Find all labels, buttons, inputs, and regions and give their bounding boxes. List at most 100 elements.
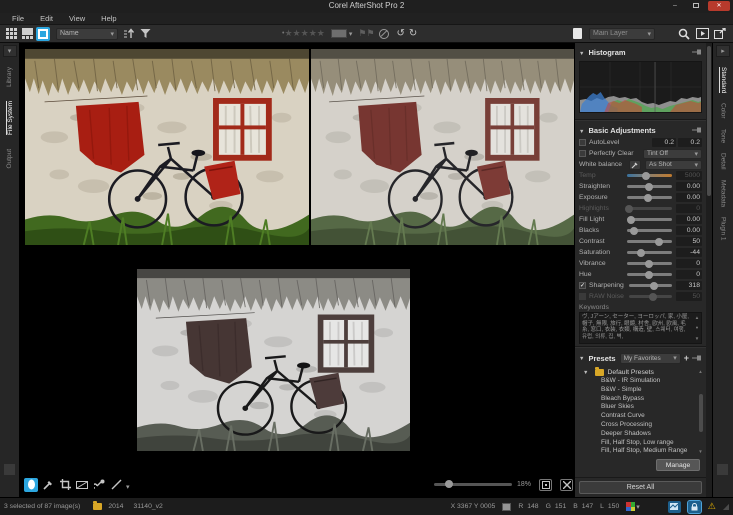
slider-handle[interactable] [649,293,657,301]
menu-help[interactable]: Help [101,14,116,23]
sharpening-slider[interactable] [629,284,672,287]
star-rating-1[interactable] [284,28,292,39]
collapse-triangle-icon[interactable] [579,126,588,135]
tab-plugin-1[interactable]: Plugin 1 [720,217,727,241]
perfectly-clear-checkbox[interactable] [579,150,586,157]
exposure-value[interactable]: 0.00 [676,193,702,202]
scroll-up-icon[interactable] [698,368,702,375]
pin-icon[interactable] [692,48,702,56]
flag-reject-icon[interactable] [366,28,374,39]
saturation-slider[interactable] [627,251,672,254]
preset-item[interactable]: Fill, Half Stop, Low range [575,439,706,448]
more-tools-chevron-icon[interactable] [126,476,130,494]
slider-handle[interactable] [650,282,658,290]
current-folder[interactable]: 2014 [108,503,123,510]
contrast-value[interactable]: 50 [676,237,702,246]
slider-handle[interactable] [637,249,645,257]
contrast-slider[interactable] [627,240,672,243]
menu-edit[interactable]: Edit [40,14,53,23]
raw-noise-value[interactable]: 50 [676,292,702,301]
scroll-thumb[interactable] [707,46,711,196]
vibrance-slider[interactable] [627,262,672,265]
fill-light-slider[interactable] [627,218,672,221]
filter-button[interactable] [138,27,152,41]
color-profile-button[interactable] [626,502,640,511]
white-balance-dropper-button[interactable] [629,160,641,170]
zoom-slider[interactable] [434,483,512,486]
slider-handle[interactable] [645,271,653,279]
preset-item[interactable]: B&W - IR Simulation [575,377,706,386]
tab-output[interactable]: Output [6,149,13,169]
perfectly-clear-dropdown[interactable]: Tint Off [643,149,702,159]
keywords-text[interactable]: ヴ, Jアーン, セーター, ヨーロッパ, 家, 小屋, 帽子, 無限, 旅行,… [580,313,693,343]
sharpening-value[interactable]: 318 [676,281,702,290]
single-view-button[interactable] [36,27,50,41]
pan-tool-button[interactable] [24,478,38,492]
color-label-chevron-icon[interactable] [349,30,353,38]
reset-all-button[interactable]: Reset All [579,481,702,494]
scroll-down-icon[interactable] [695,335,699,342]
collapse-triangle-icon[interactable] [583,369,592,376]
sort-direction-button[interactable] [122,27,136,41]
tab-metadata[interactable]: Metadata [720,180,727,207]
preset-item[interactable]: Fill, Half Stop, Medium Range [575,447,706,456]
fit-to-window-button[interactable] [560,479,573,491]
manage-presets-button[interactable]: Manage [656,459,700,471]
slider-handle[interactable] [627,216,635,224]
keywords-scrollbar[interactable] [693,313,701,343]
presets-scrollbar[interactable] [697,368,704,455]
tab-detail[interactable]: Detail [720,153,727,170]
preset-item[interactable]: Cross Processing [575,421,706,430]
blacks-slider[interactable] [627,229,672,232]
menu-view[interactable]: View [69,14,85,23]
basic-adjustments-header[interactable]: Basic Adjustments [575,123,706,137]
tab-tone[interactable]: Tone [720,129,727,143]
photo-muted-version[interactable] [311,49,574,245]
star-rating-4[interactable] [309,28,317,39]
slider-handle[interactable] [645,183,653,191]
close-button[interactable] [708,1,730,11]
highlights-value[interactable]: 0 [676,204,702,213]
preset-item[interactable]: Deeper Shadows [575,430,706,439]
tab-color[interactable]: Color [720,103,727,119]
new-version-icon[interactable] [573,28,582,39]
crop-tool-button[interactable] [58,478,72,492]
flag-pick-icon[interactable] [358,28,366,39]
preset-item[interactable]: Bluer Skies [575,403,706,412]
undo-icon[interactable] [397,28,405,39]
vibrance-value[interactable]: 0 [676,259,702,268]
straighten-slider[interactable] [627,185,672,188]
redo-icon[interactable] [409,28,417,39]
collapse-triangle-icon[interactable] [579,48,588,57]
menu-file[interactable]: File [12,14,24,23]
raw-noise-checkbox[interactable] [579,293,586,300]
star-rating-2[interactable] [293,28,301,39]
sort-field-dropdown[interactable]: Name [56,28,118,40]
white-balance-dropdown[interactable]: As Shot [645,160,702,170]
grid-view-button[interactable] [4,27,18,41]
raw-noise-slider[interactable] [629,295,672,298]
star-rating-5[interactable] [317,28,325,39]
collapse-right-panel-button[interactable]: ▸ [716,45,730,57]
straighten-tool-button[interactable] [75,478,89,492]
warning-icon[interactable] [708,501,716,512]
pin-icon[interactable] [692,354,702,362]
pin-icon[interactable] [692,126,702,134]
slider-handle[interactable] [645,260,653,268]
right-strip-handle[interactable] [717,464,728,475]
fill-light-value[interactable]: 0.00 [676,215,702,224]
search-button[interactable] [677,27,691,41]
autolevel-value-1[interactable]: 0.2 [652,138,676,147]
preset-item[interactable]: Bleach Bypass [575,395,706,404]
temp-value[interactable]: 5000 [676,171,702,180]
tab-library[interactable]: Library [6,67,13,87]
thumbnail-badge-button[interactable] [668,501,681,513]
straighten-value[interactable]: 0.00 [676,182,702,191]
slider-handle[interactable] [644,194,652,202]
fullscreen-button[interactable] [713,27,727,41]
slideshow-button[interactable] [695,27,709,41]
maximize-button[interactable] [687,1,705,11]
no-flag-icon[interactable] [379,29,389,39]
tab-file-system[interactable]: File System [6,101,14,135]
presets-folder-row[interactable]: Default Presets [575,367,706,377]
